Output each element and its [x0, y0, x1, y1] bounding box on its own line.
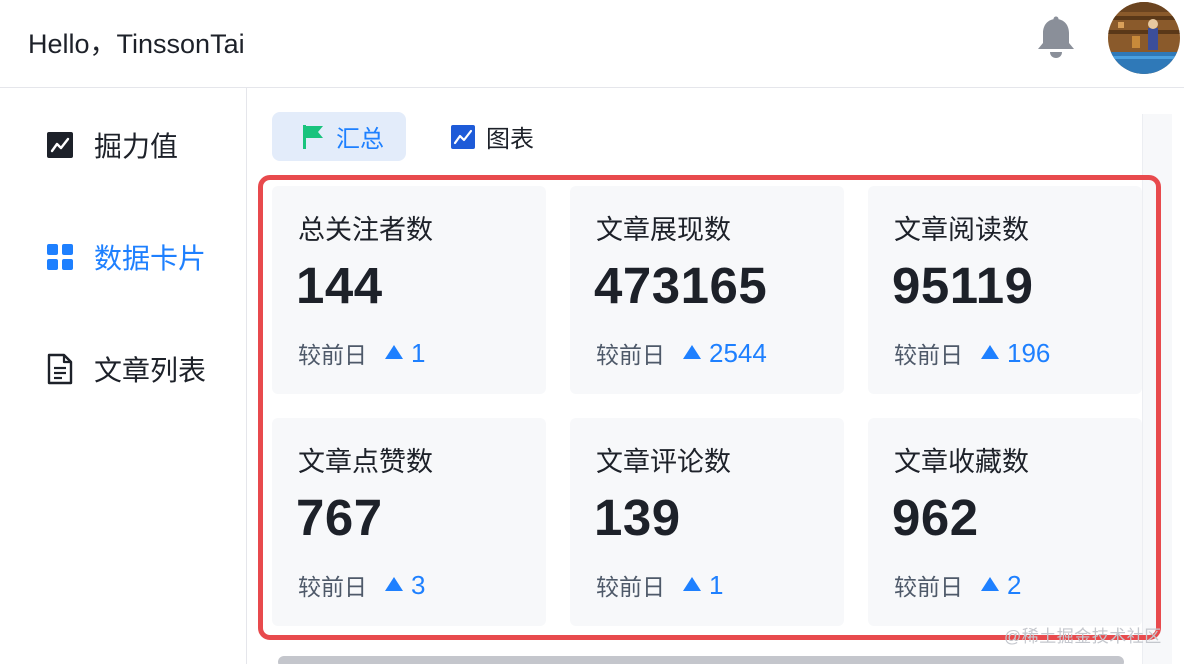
stat-card-followers: 总关注者数 144 较前日 1: [272, 186, 546, 394]
bell-icon[interactable]: [1036, 16, 1076, 60]
stat-card-favorites: 文章收藏数 962 较前日 2: [868, 418, 1142, 626]
compare-label: 较前日: [894, 342, 963, 368]
card-label: 文章评论数: [596, 447, 731, 477]
card-value: 767: [296, 489, 383, 546]
card-value: 473165: [594, 257, 768, 314]
trend-chart-icon: [44, 129, 76, 161]
grid-icon: [44, 241, 76, 273]
card-footer: 较前日 2544: [596, 336, 767, 370]
card-value: 139: [594, 489, 681, 546]
sidebar-item-label: 掘力值: [94, 131, 179, 162]
compare-label: 较前日: [894, 574, 963, 600]
user-avatar[interactable]: [1108, 2, 1180, 74]
card-footer: 较前日 1: [298, 336, 425, 370]
card-footer: 较前日 2: [894, 568, 1021, 602]
flag-icon: [300, 124, 326, 150]
up-arrow-icon: [981, 577, 999, 591]
vertical-scrollbar[interactable]: [1142, 114, 1172, 664]
compare-label: 较前日: [596, 574, 665, 600]
card-label: 文章展现数: [596, 215, 731, 245]
sidebar-item-label: 文章列表: [94, 355, 207, 386]
card-footer: 较前日 3: [298, 568, 425, 602]
stat-card-likes: 文章点赞数 767 较前日 3: [272, 418, 546, 626]
compare-label: 较前日: [298, 574, 367, 600]
stat-card-comments: 文章评论数 139 较前日 1: [570, 418, 844, 626]
watermark: @稀土掘金技术社区: [1004, 627, 1162, 646]
tab-label: 图表: [486, 126, 534, 153]
card-footer: 较前日 196: [894, 336, 1050, 370]
sidebar: 掘力值 数据卡片 文章列表: [0, 88, 247, 664]
card-value: 144: [296, 257, 383, 314]
top-header: Hello，TinssonTai: [0, 0, 1184, 88]
stat-card-reads: 文章阅读数 95119 较前日 196: [868, 186, 1142, 394]
tab-label: 汇总: [336, 126, 384, 153]
tab-summary[interactable]: 汇总: [272, 112, 406, 161]
compare-label: 较前日: [596, 342, 665, 368]
sidebar-item-label: 数据卡片: [94, 243, 207, 274]
up-arrow-icon: [385, 577, 403, 591]
card-delta: 2544: [709, 337, 767, 368]
line-chart-icon: [450, 124, 476, 150]
card-delta: 1: [411, 337, 426, 368]
card-footer: 较前日 1: [596, 568, 723, 602]
card-value: 962: [892, 489, 979, 546]
up-arrow-icon: [683, 345, 701, 359]
sidebar-item-article-list[interactable]: 文章列表: [44, 349, 206, 389]
card-delta: 1: [709, 569, 724, 600]
card-label: 文章点赞数: [298, 447, 433, 477]
card-delta: 196: [1007, 337, 1051, 368]
stat-card-impressions: 文章展现数 473165 较前日 2544: [570, 186, 844, 394]
sidebar-item-juelizhi[interactable]: 掘力值: [44, 125, 178, 165]
card-label: 总关注者数: [298, 215, 433, 245]
tab-chart[interactable]: 图表: [448, 112, 548, 161]
sidebar-item-data-cards[interactable]: 数据卡片: [44, 237, 206, 277]
document-icon: [44, 353, 76, 385]
up-arrow-icon: [683, 577, 701, 591]
up-arrow-icon: [981, 345, 999, 359]
card-label: 文章收藏数: [894, 447, 1029, 477]
card-delta: 2: [1007, 569, 1022, 600]
compare-label: 较前日: [298, 342, 367, 368]
up-arrow-icon: [385, 345, 403, 359]
horizontal-scrollbar[interactable]: [278, 656, 1124, 664]
card-value: 95119: [892, 257, 1034, 314]
greeting-text: Hello，TinssonTai: [28, 29, 245, 59]
card-delta: 3: [411, 569, 426, 600]
card-label: 文章阅读数: [894, 215, 1029, 245]
